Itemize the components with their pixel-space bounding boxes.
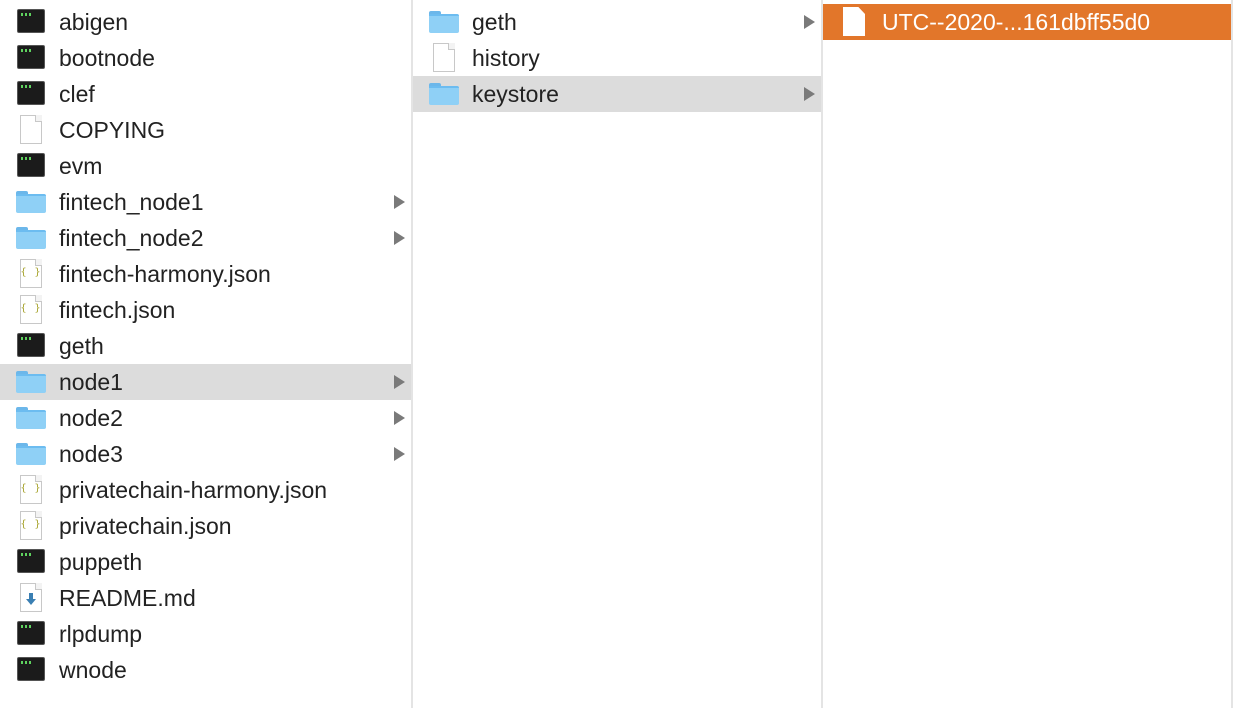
document-icon [15,115,47,145]
list-item[interactable]: node3 [0,436,411,472]
json-file-icon: { } [15,295,47,325]
terminal-icon [15,151,47,181]
item-label: rlpdump [59,620,143,647]
column-1[interactable]: abigen bootnode clef COPYING evm fintech_node… [0,0,413,708]
list-item[interactable]: keystore [413,76,821,112]
item-label: README.md [59,584,196,611]
item-label: geth [59,332,104,359]
json-file-icon: { } [15,511,47,541]
list-item[interactable]: rlpdump [0,616,411,652]
folder-icon [15,187,47,217]
document-icon [428,43,460,73]
terminal-icon [15,619,47,649]
list-item[interactable]: README.md [0,580,411,616]
item-label: node2 [59,404,123,431]
list-item[interactable]: geth [0,328,411,364]
item-label: fintech-harmony.json [59,260,271,287]
terminal-icon [15,547,47,577]
item-label: geth [472,8,517,35]
list-item[interactable]: bootnode [0,40,411,76]
list-item[interactable]: node1 [0,364,411,400]
column-3[interactable]: UTC--2020-...161dbff55d0 [823,0,1233,708]
disclosure-arrow-icon[interactable] [804,87,815,101]
list-item[interactable]: fintech_node1 [0,184,411,220]
item-label: node3 [59,440,123,467]
markdown-file-icon [15,583,47,613]
terminal-icon [15,79,47,109]
list-item[interactable]: fintech_node2 [0,220,411,256]
item-label: node1 [59,368,123,395]
list-item[interactable]: puppeth [0,544,411,580]
disclosure-arrow-icon[interactable] [394,195,405,209]
folder-icon [428,79,460,109]
json-file-icon: { } [15,259,47,289]
list-item[interactable]: geth [413,4,821,40]
item-label: puppeth [59,548,143,575]
item-label: privatechain-harmony.json [59,476,328,503]
folder-icon [15,223,47,253]
item-label: abigen [59,8,129,35]
document-icon [838,7,870,37]
folder-icon [15,403,47,433]
list-item[interactable]: { } fintech-harmony.json [0,256,411,292]
folder-icon [428,7,460,37]
item-label: evm [59,152,103,179]
column-3-list: UTC--2020-...161dbff55d0 [823,0,1231,40]
item-label: COPYING [59,116,166,143]
folder-icon [15,439,47,469]
folder-icon [15,367,47,397]
item-label: fintech.json [59,296,176,323]
terminal-icon [15,655,47,685]
list-item[interactable]: { } privatechain-harmony.json [0,472,411,508]
list-item[interactable]: UTC--2020-...161dbff55d0 [823,4,1231,40]
disclosure-arrow-icon[interactable] [394,411,405,425]
list-item[interactable]: { } fintech.json [0,292,411,328]
disclosure-arrow-icon[interactable] [394,375,405,389]
list-item[interactable]: evm [0,148,411,184]
list-item[interactable]: { } privatechain.json [0,508,411,544]
disclosure-arrow-icon[interactable] [394,231,405,245]
disclosure-arrow-icon[interactable] [394,447,405,461]
item-label: UTC--2020-...161dbff55d0 [882,8,1151,35]
column-4-edge [1233,0,1240,708]
list-item[interactable]: abigen [0,4,411,40]
column-2[interactable]: geth history keystore [413,0,823,708]
column-1-list: abigen bootnode clef COPYING evm fintech_node… [0,0,411,688]
item-label: privatechain.json [59,512,232,539]
item-label: bootnode [59,44,155,71]
disclosure-arrow-icon[interactable] [804,15,815,29]
terminal-icon [15,331,47,361]
item-label: wnode [59,656,127,683]
column-2-list: geth history keystore [413,0,821,112]
item-label: fintech_node2 [59,224,204,251]
list-item[interactable]: clef [0,76,411,112]
terminal-icon [15,7,47,37]
list-item[interactable]: wnode [0,652,411,688]
list-item[interactable]: history [413,40,821,76]
terminal-icon [15,43,47,73]
item-label: keystore [472,80,559,107]
list-item[interactable]: node2 [0,400,411,436]
item-label: history [472,44,540,71]
list-item[interactable]: COPYING [0,112,411,148]
item-label: fintech_node1 [59,188,204,215]
json-file-icon: { } [15,475,47,505]
column-browser: abigen bootnode clef COPYING evm fintech_node… [0,0,1240,708]
item-label: clef [59,80,95,107]
